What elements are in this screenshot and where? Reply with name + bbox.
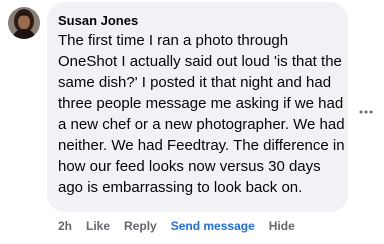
hide-button[interactable]: Hide — [269, 218, 295, 234]
avatar[interactable] — [8, 7, 40, 39]
send-message-button[interactable]: Send message — [171, 218, 255, 234]
comment-bubble: Susan Jones The first time I ran a photo… — [47, 2, 348, 212]
more-horizontal-icon — [359, 110, 373, 114]
comment-text: The first time I ran a photo through One… — [58, 32, 345, 196]
comment-timestamp[interactable]: 2h — [58, 218, 72, 234]
user-avatar-icon — [8, 7, 40, 39]
comment-author[interactable]: Susan Jones — [58, 13, 340, 29]
more-options-button[interactable] — [356, 104, 376, 120]
comment-actions: 2h Like Reply Send message Hide — [58, 218, 309, 234]
reply-button[interactable]: Reply — [124, 218, 157, 234]
like-button[interactable]: Like — [86, 218, 110, 234]
